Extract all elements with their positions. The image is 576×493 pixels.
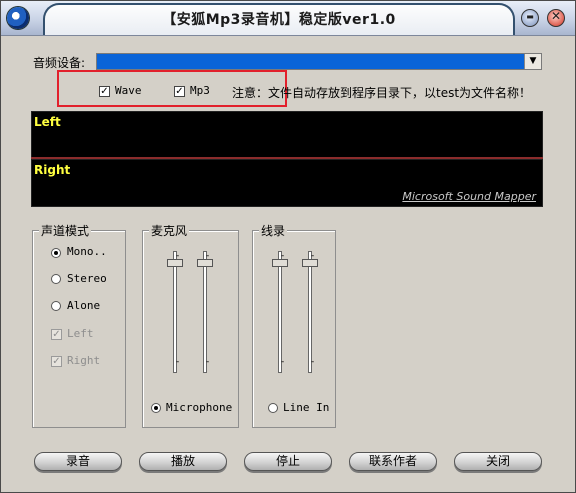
alone-radio[interactable]: [51, 301, 61, 311]
right-channel-checkbox[interactable]: ✓: [51, 356, 62, 367]
window-title: 【安狐Mp3录音机】稳定版ver1.0: [162, 12, 396, 28]
minimize-button[interactable]: ▬: [521, 9, 539, 27]
audio-device-select[interactable]: ▼: [96, 53, 542, 70]
line-in-radio[interactable]: [268, 403, 278, 413]
title-tab: 【安狐Mp3录音机】稳定版ver1.0: [43, 3, 515, 35]
audio-device-label: 音频设备:: [33, 56, 86, 70]
line-in-label: Line In: [283, 401, 330, 414]
mic-right-slider-thumb[interactable]: [197, 259, 213, 267]
save-note: 注意：文件自动存放到程序目录下，以test为文件名称！: [232, 86, 532, 100]
alone-label: Alone: [67, 299, 101, 312]
microphone-label: Microphone: [166, 401, 233, 414]
microphone-radio[interactable]: [151, 403, 161, 413]
tick: -: [311, 251, 315, 261]
mono-radio[interactable]: [51, 248, 61, 258]
mono-label: Mono..: [67, 245, 107, 258]
tick: -: [176, 357, 180, 367]
line-in-title: 线录: [259, 222, 288, 239]
mic-left-slider-thumb[interactable]: [167, 259, 183, 267]
contact-author-button[interactable]: 联系作者: [349, 452, 437, 471]
line-left-slider-track[interactable]: [278, 251, 282, 373]
chevron-down-icon[interactable]: ▼: [524, 54, 541, 69]
stereo-radio[interactable]: [51, 274, 61, 284]
mp3-label: Mp3: [190, 84, 210, 97]
right-level-meter: Right Microsoft Sound Mapper: [31, 159, 543, 207]
mic-right-slider-track[interactable]: [203, 251, 207, 373]
title-bar[interactable]: 【安狐Mp3录音机】稳定版ver1.0 ▬ ✕: [1, 1, 575, 36]
wave-label: Wave: [115, 84, 142, 97]
tick: -: [311, 357, 315, 367]
app-logo-icon: [7, 7, 29, 29]
stereo-label: Stereo: [67, 272, 107, 285]
record-button[interactable]: 录音: [34, 452, 122, 471]
microphone-group: 麦克风 - - - - Microphone: [142, 222, 239, 428]
left-channel-checkbox[interactable]: ✓: [51, 329, 62, 340]
tick: -: [281, 357, 285, 367]
tick: -: [206, 357, 210, 367]
line-left-slider-thumb[interactable]: [272, 259, 288, 267]
tick: -: [281, 251, 285, 261]
left-channel-label: Left: [67, 327, 94, 340]
tick: -: [206, 251, 210, 261]
sound-mapper-link[interactable]: Microsoft Sound Mapper: [402, 190, 536, 203]
close-icon: ✕: [550, 9, 562, 23]
stop-button[interactable]: 停止: [244, 452, 332, 471]
close-window-button[interactable]: ✕: [547, 9, 565, 27]
right-channel-label: Right: [67, 354, 101, 367]
right-meter-label: Right: [34, 163, 71, 177]
wave-checkbox[interactable]: ✓: [99, 86, 110, 97]
line-right-slider-thumb[interactable]: [302, 259, 318, 267]
microphone-title: 麦克风: [149, 222, 190, 239]
minimize-icon: ▬: [526, 12, 534, 21]
line-in-group: 线录 - - - - Line In: [252, 222, 336, 428]
mp3-checkbox[interactable]: ✓: [174, 86, 185, 97]
channel-mode-group: 声道模式 Mono.. Stereo Alone ✓ Left ✓ Right: [32, 222, 126, 428]
left-meter-label: Left: [34, 115, 61, 129]
tick: -: [176, 251, 180, 261]
line-right-slider-track[interactable]: [308, 251, 312, 373]
close-button[interactable]: 关闭: [454, 452, 542, 471]
left-level-meter: Left: [31, 111, 543, 158]
play-button[interactable]: 播放: [139, 452, 227, 471]
channel-mode-title: 声道模式: [39, 222, 92, 239]
mic-left-slider-track[interactable]: [173, 251, 177, 373]
app-window: 【安狐Mp3录音机】稳定版ver1.0 ▬ ✕ 音频设备: ▼ ✓ Wave ✓…: [0, 0, 576, 493]
